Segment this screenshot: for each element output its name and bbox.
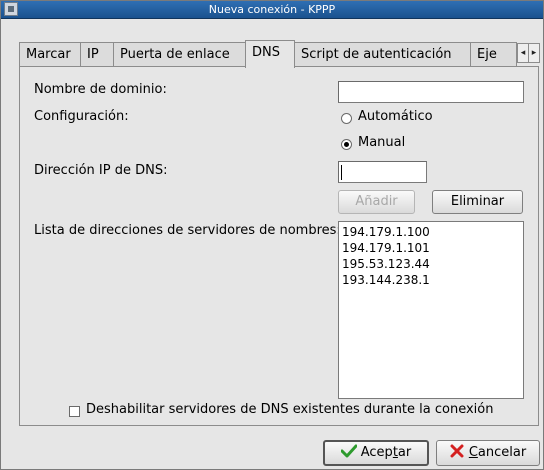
list-item[interactable]: 193.144.238.1 [342,272,520,288]
dns-panel: Nombre de dominio: Configuración: Automá… [19,66,539,426]
cancel-button[interactable]: Cancelar [436,440,540,466]
list-item[interactable]: 194.179.1.100 [342,224,520,240]
dns-ip-input[interactable] [338,161,427,183]
tab-dns[interactable]: DNS [245,40,295,68]
disable-dns-checkbox[interactable] [69,406,80,417]
cancel-label-mnemonic: C [468,445,478,460]
remove-button[interactable]: Eliminar [432,190,523,214]
tab-puerta-de-enlace[interactable]: Puerta de enlace [113,42,246,66]
tab-ip[interactable]: IP [80,42,114,66]
title-bar[interactable]: Nueva conexión - KPPP [1,1,543,19]
radio-automatico[interactable] [341,113,352,124]
add-button[interactable]: Añadir [338,190,415,214]
ok-label-prefix: Acep [360,445,393,460]
radio-manual-label[interactable]: Manual [358,135,405,150]
list-item[interactable]: 195.53.123.44 [342,256,520,272]
radio-automatico-label[interactable]: Automático [358,109,433,124]
domain-input[interactable] [338,81,524,103]
tab-ejecutar[interactable]: Eje [470,42,517,66]
ok-button[interactable]: Aceptar [323,440,429,466]
dns-ip-label: Dirección IP de DNS: [34,163,168,178]
text-caret [341,165,342,180]
cancel-label-suffix: ancelar [477,445,527,460]
tab-bar: Marcar IP Puerta de enlace DNS Script de… [19,40,540,68]
window-title: Nueva conexión - KPPP [208,3,336,16]
tab-script-de-autenticacion[interactable]: Script de autenticación [294,42,471,66]
checkmark-icon [340,444,357,458]
cross-icon [450,444,464,458]
server-list-label: Lista de direcciones de servidores de no… [34,223,341,238]
ok-label-suffix: ar [397,445,412,460]
config-label: Configuración: [34,109,129,124]
tab-marcar[interactable]: Marcar [19,42,81,66]
chevron-right-icon[interactable]: ▸ [528,43,540,63]
radio-manual[interactable] [341,139,352,150]
list-item[interactable]: 194.179.1.101 [342,240,520,256]
dialog-window: Nueva conexión - KPPP Marcar IP Puerta d… [0,0,544,470]
domain-label: Nombre de dominio: [34,82,167,97]
server-list[interactable]: 194.179.1.100 194.179.1.101 195.53.123.4… [338,221,524,399]
disable-dns-label[interactable]: Deshabilitar servidores de DNS existente… [86,402,493,417]
